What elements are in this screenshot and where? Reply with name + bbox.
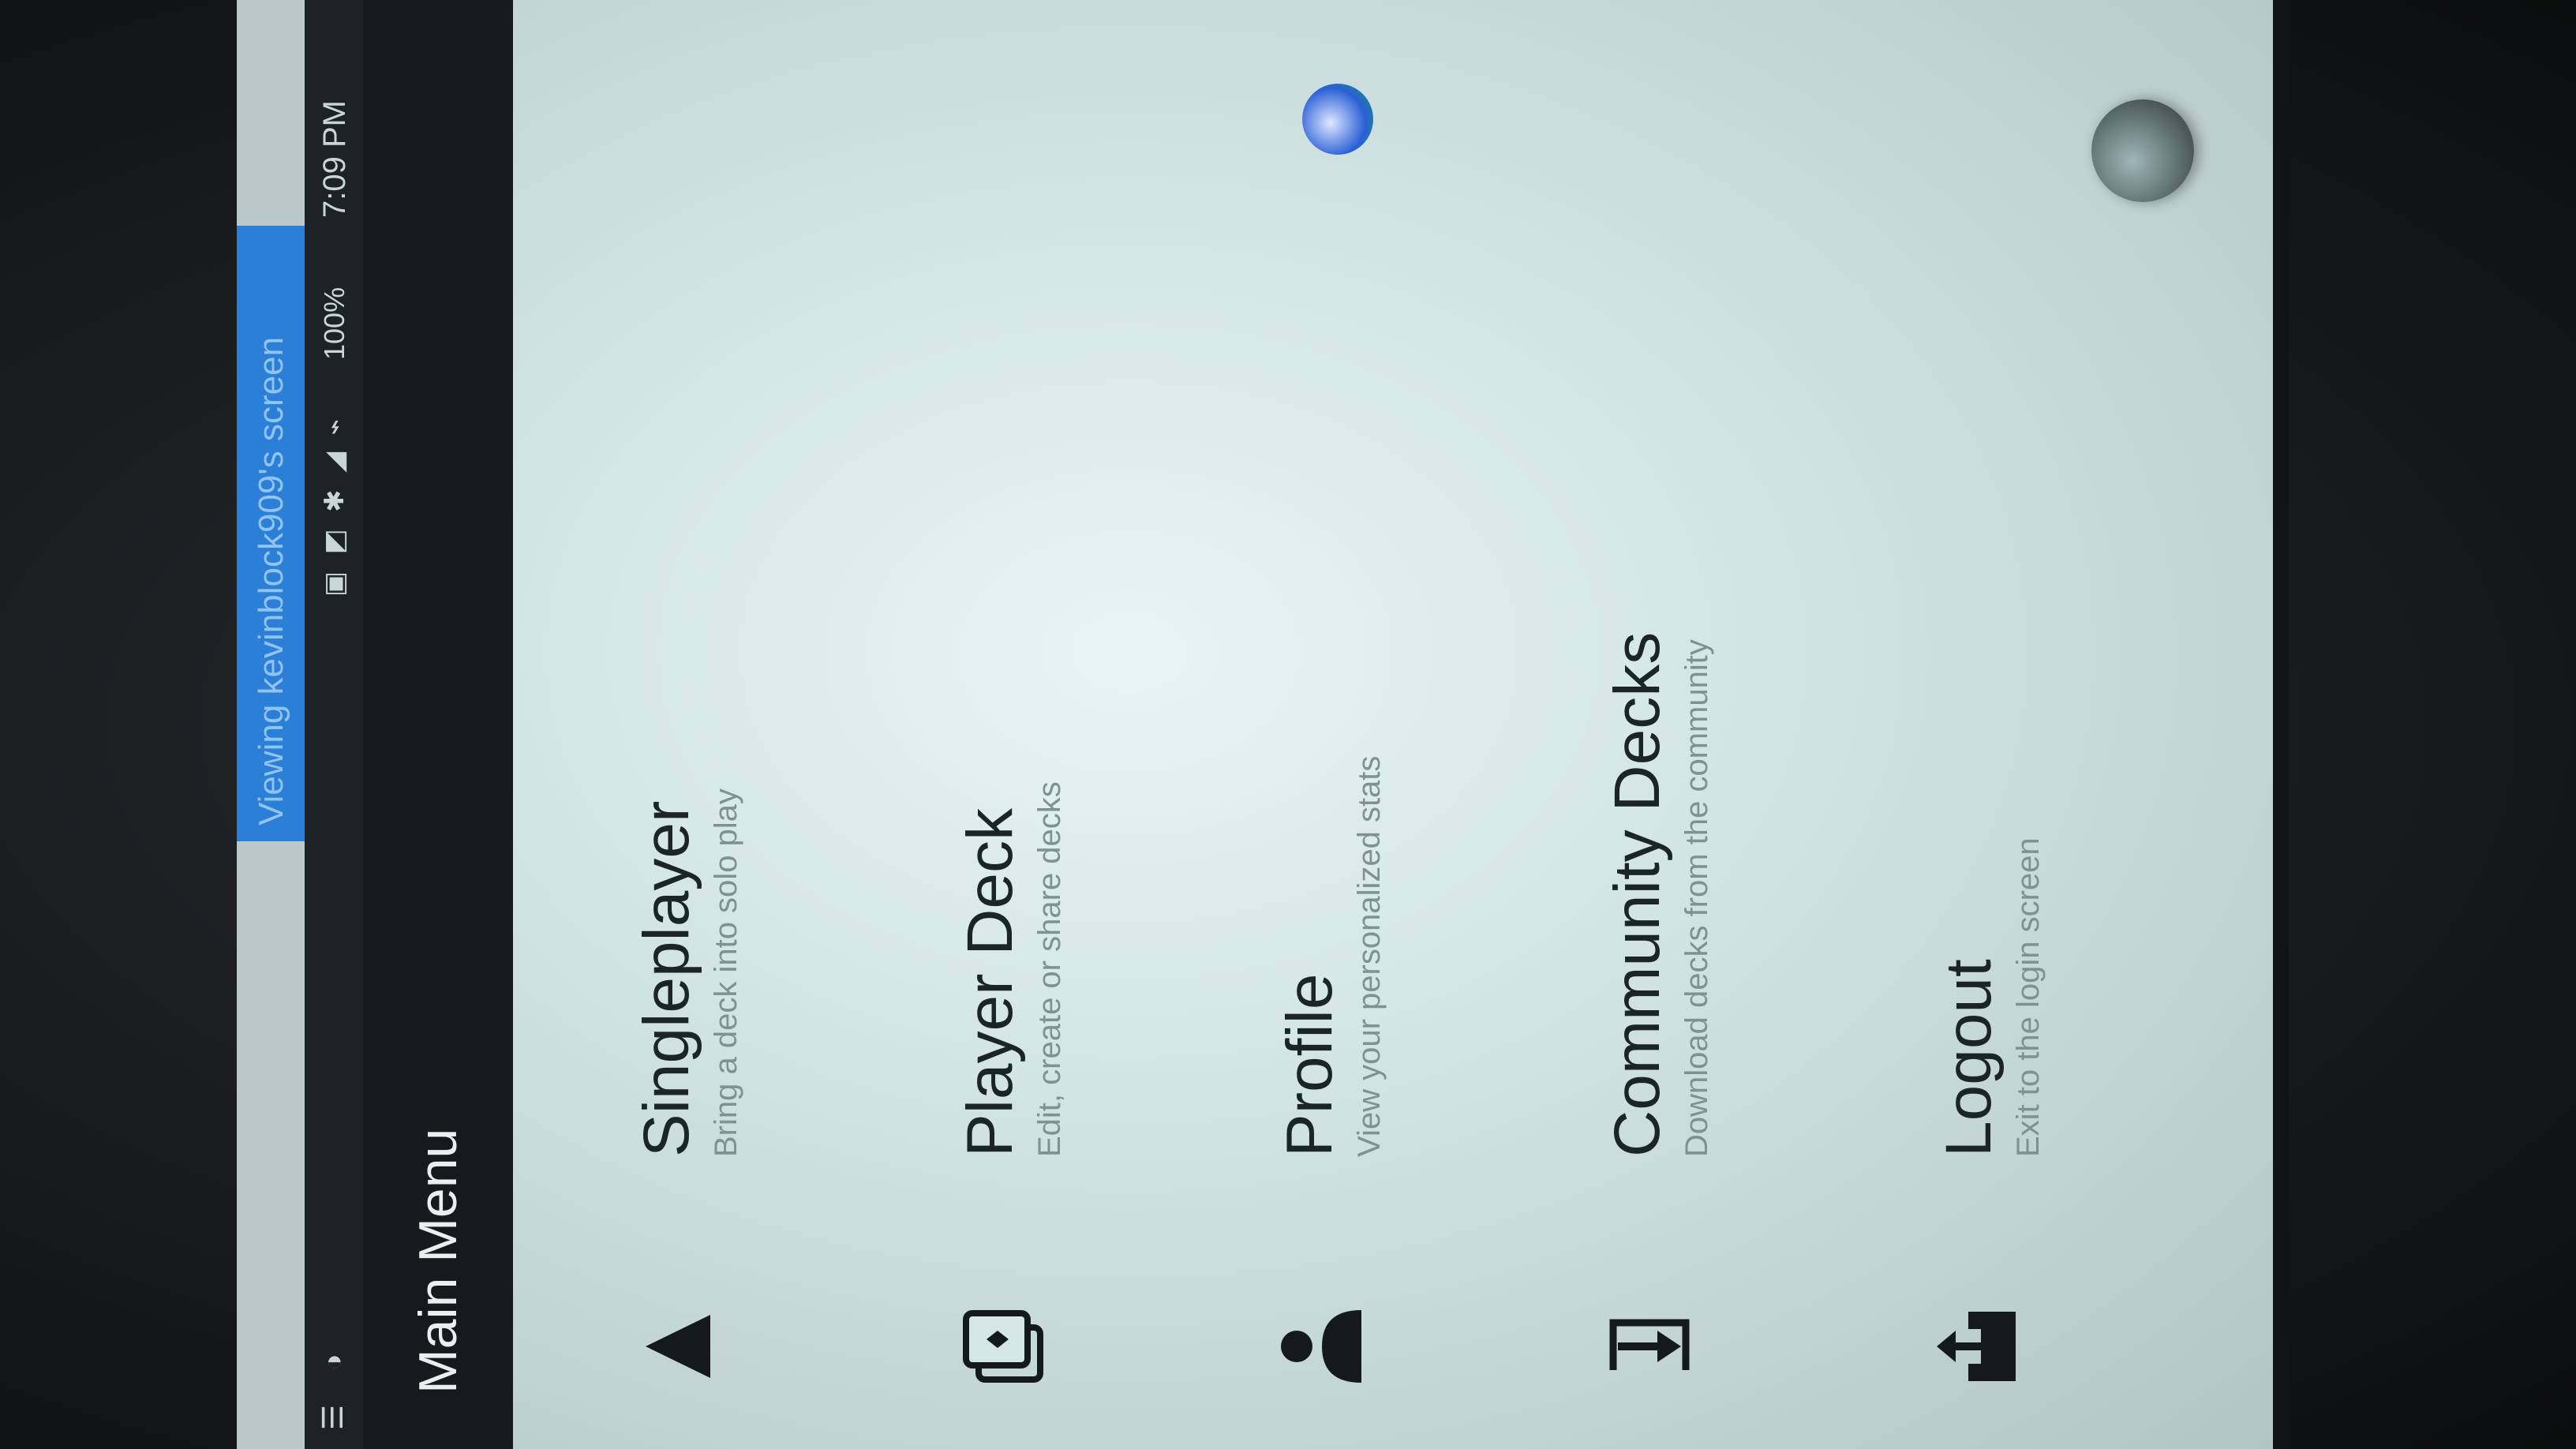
login-arrow-icon xyxy=(1609,1319,1690,1370)
page-title: Main Menu xyxy=(408,1128,468,1394)
cast-banner-text: Viewing kevinblock909's screen xyxy=(252,336,290,826)
person-icon xyxy=(1281,1310,1361,1383)
menu-item-subtitle: Edit, create or share decks xyxy=(1032,781,1067,1157)
photo-scene: Viewing kevinblock909's screen ☰ ◑ ▣ ◩ ✱… xyxy=(0,0,2576,1449)
menu-status-icon: ☰ xyxy=(316,1404,349,1431)
menu-item-profile[interactable]: Profile View your personalized stats xyxy=(1243,147,1401,1449)
floating-action-button[interactable] xyxy=(2091,99,2194,202)
menu-content: Singleplayer Bring a deck into solo play… xyxy=(513,0,2273,1449)
chrome-bubble-icon[interactable] xyxy=(1302,84,1373,155)
menu-item-subtitle: Download decks from the community xyxy=(1679,639,1714,1157)
phone-screen: Viewing kevinblock909's screen ☰ ◑ ▣ ◩ ✱… xyxy=(237,0,2289,1449)
battery-indicator: 100% xyxy=(318,286,350,360)
chrome-status-icon: ◑ xyxy=(316,1354,349,1371)
menu-item-subtitle: Exit to the login screen xyxy=(2011,837,2046,1157)
cards-icon xyxy=(963,1310,1043,1383)
status-bar: ☰ ◑ ▣ ◩ ✱ ◢ ⌁ 100% 7:09 PM xyxy=(305,0,363,1449)
menu-item-title: Logout xyxy=(1933,959,2005,1157)
play-triangle-icon xyxy=(646,1315,710,1378)
menu-item-community-decks[interactable]: Community Decks Download decks from the … xyxy=(1571,147,1728,1449)
export-icon xyxy=(1937,1312,2016,1381)
menu-item-title: Singleplayer xyxy=(631,800,702,1157)
menu-item-logout[interactable]: Logout Exit to the login screen xyxy=(1902,147,2060,1449)
menu-item-title: Profile xyxy=(1274,973,1346,1157)
menu-item-title: Player Deck xyxy=(954,807,1026,1157)
menu-item-title: Community Decks xyxy=(1601,631,1673,1157)
menu-item-subtitle: View your personalized stats xyxy=(1352,755,1387,1157)
menu-item-subtitle: Bring a deck into solo play xyxy=(709,788,743,1157)
status-time: 7:09 PM xyxy=(317,100,352,218)
bottom-edge xyxy=(2273,0,2289,1449)
menu-item-player-deck[interactable]: Player Deck Edit, create or share decks xyxy=(923,147,1081,1449)
status-icons: ▣ ◩ ✱ ◢ ⌁ xyxy=(320,414,350,597)
menu-item-singleplayer[interactable]: Singleplayer Bring a deck into solo play xyxy=(600,147,758,1449)
